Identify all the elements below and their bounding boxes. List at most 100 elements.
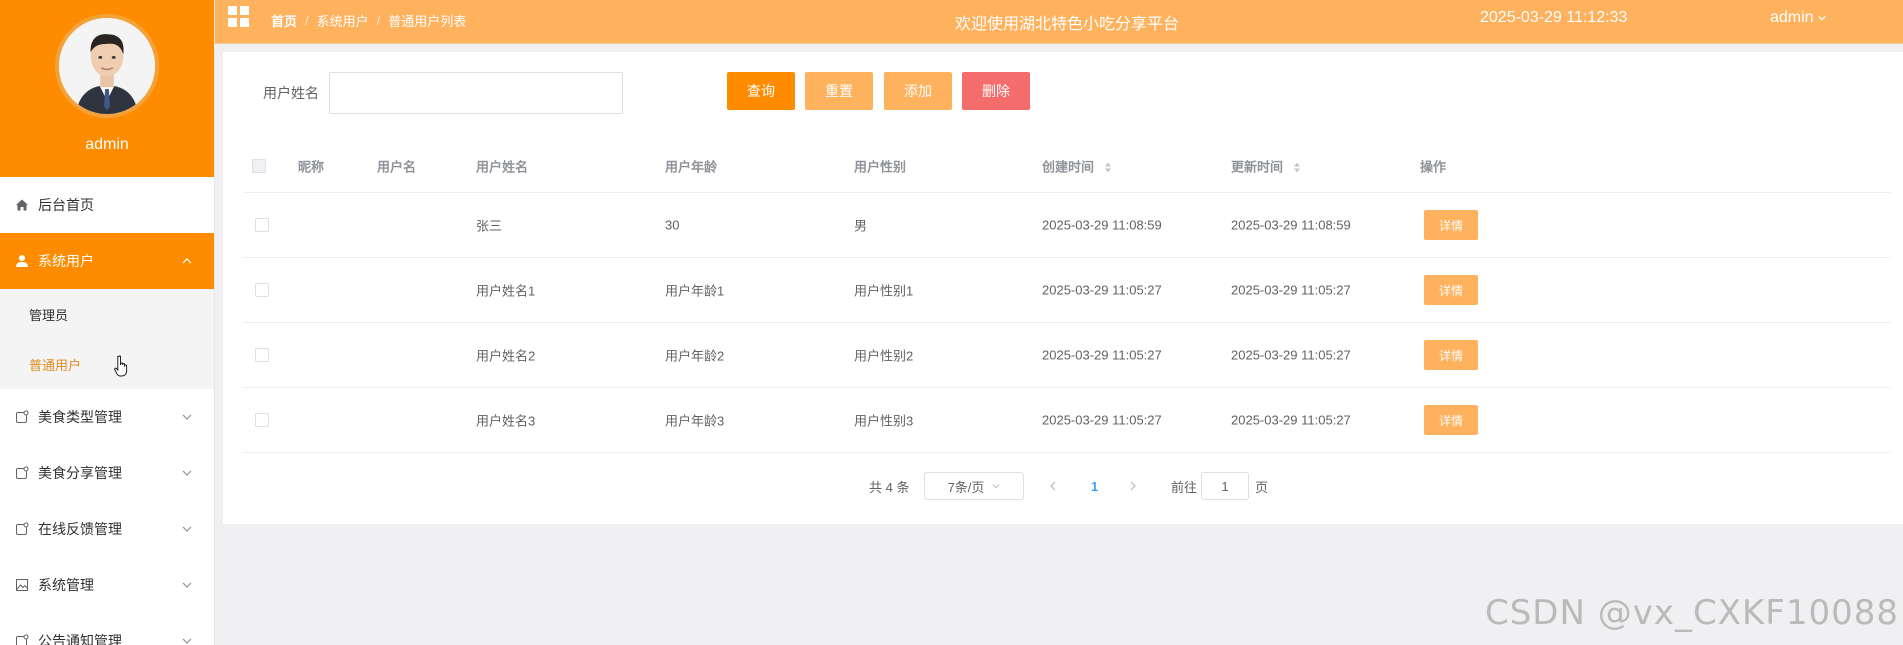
tag-icon [14,409,30,425]
pagination: 共 4 条 7条/页 1 前往 1 页 [223,472,1903,500]
chevron-down-icon [992,484,1001,489]
image-icon [14,577,30,593]
chevron-down-icon [182,526,192,532]
query-button[interactable]: 查询 [727,72,795,110]
tag-icon [14,633,30,645]
add-button[interactable]: 添加 [884,72,952,110]
table-row: 用户姓名3 用户年龄3 用户性别3 2025-03-29 11:05:27 20… [243,388,1891,453]
submenu-item-admins[interactable]: 管理员 [0,289,214,339]
prev-page-button[interactable] [1049,472,1057,500]
chevron-left-icon [1050,481,1056,491]
sidebar: admin 后台首页 系统用户 管理员 普通用户 美食类型管理 美食分享管理 在… [0,0,215,645]
search-label: 用户姓名 [263,85,319,101]
menu-item-label: 美食分享管理 [38,465,122,481]
cell-gender: 男 [854,218,868,234]
cell-name: 张三 [476,218,503,234]
table-row: 用户姓名2 用户年龄2 用户性别2 2025-03-29 11:05:27 20… [243,323,1891,388]
column-header-updated[interactable]: 更新时间 [1231,156,1301,175]
tag-icon [14,465,30,481]
page-size-value: 7条/页 [947,479,985,495]
column-header-gender: 用户性别 [854,159,907,174]
column-header-created[interactable]: 创建时间 [1042,156,1112,175]
submenu-item-regular-users[interactable]: 普通用户 [0,339,214,389]
chevron-down-icon [182,638,192,644]
menu-item-system-users[interactable]: 系统用户 [0,233,214,289]
avatar[interactable] [55,14,159,118]
menu-item-label: 美食类型管理 [38,409,122,425]
profile-panel: admin [0,0,214,177]
breadcrumb-system-users[interactable]: 系统用户 [317,11,369,30]
goto-label: 前往 [1171,479,1198,495]
user-name: admin [1770,9,1814,26]
watermark: CSDN @vx_CXKF10088 [1484,593,1899,633]
cell-gender: 用户性别3 [854,413,914,429]
column-header-nickname: 昵称 [298,159,325,174]
cell-age: 用户年龄2 [665,348,725,364]
cell-updated: 2025-03-29 11:05:27 [1231,347,1351,363]
menu-item-label: 后台首页 [38,197,94,213]
cell-age: 用户年龄3 [665,413,725,429]
chevron-down-icon [182,414,192,420]
menu-item-system-management[interactable]: 系统管理 [0,557,214,613]
breadcrumb-separator: / [376,13,381,28]
select-all-checkbox[interactable] [252,158,266,173]
column-header-name: 用户姓名 [476,159,529,174]
cell-name: 用户姓名1 [476,283,536,299]
column-header-age: 用户年龄 [665,159,718,174]
column-header-created-label: 创建时间 [1042,159,1095,174]
next-page-button[interactable] [1129,472,1137,500]
sort-icon[interactable] [1293,162,1301,174]
chevron-down-icon [182,582,192,588]
cell-gender: 用户性别2 [854,348,914,364]
cell-age: 用户年龄1 [665,283,725,299]
detail-button[interactable]: 详情 [1424,405,1478,435]
menu-item-label: 在线反馈管理 [38,521,122,537]
row-checkbox[interactable] [255,218,269,232]
cell-updated: 2025-03-29 11:05:27 [1231,282,1351,298]
top-header: 首页 / 系统用户 / 普通用户列表 欢迎使用湖北特色小吃分享平台 2025-0… [215,0,1903,44]
table-header: 昵称 用户名 用户姓名 用户年龄 用户性别 创建时间 更新时间 操作 [243,139,1891,193]
cell-age: 30 [665,217,680,233]
menu-grid-icon[interactable] [228,6,250,28]
chevron-right-icon [1130,481,1136,491]
reset-button[interactable]: 重置 [805,72,873,110]
column-header-actions: 操作 [1420,159,1447,174]
users-table: 昵称 用户名 用户姓名 用户年龄 用户性别 创建时间 更新时间 操作 张三 30… [243,139,1891,453]
menu-item-dashboard[interactable]: 后台首页 [0,177,214,233]
detail-button[interactable]: 详情 [1424,340,1478,370]
breadcrumb-home[interactable]: 首页 [271,11,297,30]
menu-item-food-types[interactable]: 美食类型管理 [0,389,214,445]
menu-item-food-shares[interactable]: 美食分享管理 [0,445,214,501]
page-number-current[interactable]: 1 [1091,472,1098,500]
cell-created: 2025-03-29 11:05:27 [1042,412,1162,428]
datetime: 2025-03-29 11:12:33 [1480,9,1628,26]
menu-item-label: 系统管理 [38,577,94,593]
cell-name: 用户姓名3 [476,413,536,429]
detail-button[interactable]: 详情 [1424,210,1478,240]
user-menu[interactable]: admin [1770,9,1826,27]
row-checkbox[interactable] [255,283,269,297]
name-search-input[interactable] [329,72,623,114]
menu-item-label: 系统用户 [38,253,94,269]
welcome-text: 欢迎使用湖北特色小吃分享平台 [955,16,1180,33]
page-size-select[interactable]: 7条/页 [924,472,1024,500]
cell-gender: 用户性别1 [854,283,914,299]
row-checkbox[interactable] [255,348,269,362]
sort-icon[interactable] [1104,162,1112,174]
table-row: 用户姓名1 用户年龄1 用户性别1 2025-03-29 11:05:27 20… [243,258,1891,323]
menu-item-label: 公告通知管理 [38,633,122,645]
delete-button[interactable]: 删除 [962,72,1030,110]
breadcrumb-separator: / [305,13,309,28]
table-row: 张三 30 男 2025-03-29 11:08:59 2025-03-29 1… [243,193,1891,258]
detail-button[interactable]: 详情 [1424,275,1478,305]
cell-updated: 2025-03-29 11:05:27 [1231,412,1351,428]
menu-item-feedback[interactable]: 在线反馈管理 [0,501,214,557]
hand-cursor-icon [114,355,128,377]
cell-created: 2025-03-29 11:08:59 [1042,217,1162,233]
tag-icon [14,521,30,537]
cell-created: 2025-03-29 11:05:27 [1042,282,1162,298]
home-icon [14,197,30,213]
menu-item-announcements[interactable]: 公告通知管理 [0,613,214,645]
goto-page-input[interactable]: 1 [1201,472,1249,500]
row-checkbox[interactable] [255,413,269,427]
